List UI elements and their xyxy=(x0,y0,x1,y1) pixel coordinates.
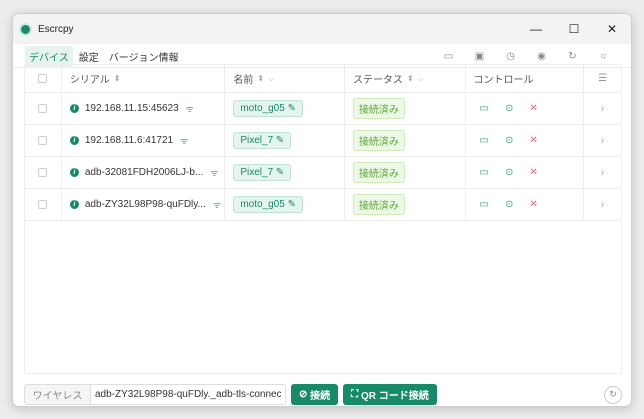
select-all-checkbox[interactable] xyxy=(38,74,48,83)
wireless-label: ワイヤレス xyxy=(24,384,91,405)
wifi-icon: ᯤ xyxy=(180,136,189,146)
edit-icon: ✎ xyxy=(287,199,296,210)
sort-icon[interactable]: ⬍ xyxy=(407,74,414,83)
record-icon[interactable]: ⊙ xyxy=(505,167,513,178)
chevron-right-icon[interactable]: › xyxy=(601,103,604,114)
sort-icon[interactable]: ⬍ xyxy=(114,74,121,83)
status-badge: 接続済み xyxy=(352,98,405,119)
serial: adb-32081FDH2006LJ-b... xyxy=(84,167,204,178)
device-name: moto_g05 xyxy=(240,199,285,210)
eye-icon[interactable]: ◉ xyxy=(526,51,557,62)
header-serial[interactable]: シリアル xyxy=(70,71,110,86)
header-status[interactable]: ステータス xyxy=(353,71,403,86)
chevron-right-icon[interactable]: › xyxy=(601,135,604,146)
filter-chevron-icon[interactable]: ⌵ xyxy=(268,74,274,84)
minimize-button[interactable]: — xyxy=(517,22,555,36)
disconnect-icon[interactable]: ✕ xyxy=(529,167,537,178)
device-table: シリアル ⬍ 名前 ⬍ ⌵ ステータス ⬍ ⌵ コントロール ☰ i 192.168.11.… xyxy=(24,64,622,374)
info-icon[interactable]: i xyxy=(69,136,79,145)
filter-chevron-icon[interactable]: ⌵ xyxy=(418,74,424,84)
column-settings-icon[interactable]: ☰ xyxy=(598,73,607,84)
connect-label: 接続 xyxy=(310,391,331,402)
header-control: コントロール xyxy=(473,75,534,86)
serial: 192.168.11.15:45623 xyxy=(84,103,179,114)
wireless-bar: ワイヤレス ⊘ 接続 ⛶ QR コード接続 ↻ xyxy=(24,384,622,405)
table-row: i adb-ZY32L98P98-quFDly... ᯤ moto_g05 ✎ 接続… xyxy=(25,189,621,221)
app-logo-icon xyxy=(19,22,32,36)
device-name: Pixel_7 xyxy=(240,167,274,178)
address-input[interactable] xyxy=(91,384,286,405)
disconnect-icon[interactable]: ✕ xyxy=(529,103,537,114)
status-badge: 接続済み xyxy=(352,130,405,151)
row-checkbox[interactable] xyxy=(38,104,48,113)
edit-icon: ✎ xyxy=(275,167,285,178)
serial: adb-ZY32L98P98-quFDly... xyxy=(84,199,206,210)
refresh-icon[interactable]: ↻ xyxy=(557,51,588,62)
search-icon[interactable]: ○ xyxy=(588,51,619,62)
status-badge: 接続済み xyxy=(352,194,405,215)
mirror-icon[interactable]: ▭ xyxy=(433,51,464,62)
mirror-icon[interactable]: ▭ xyxy=(480,199,489,210)
record-icon[interactable]: ⊙ xyxy=(505,135,513,146)
app-window: Escrcpy — ☐ ✕ デバイス 設定 バージョン情報 ▭ ▣ ◷ ◉ ↻ … xyxy=(12,13,632,407)
info-icon[interactable]: i xyxy=(69,104,79,113)
chevron-right-icon[interactable]: › xyxy=(601,167,604,178)
row-checkbox[interactable] xyxy=(38,168,48,177)
device-name-tag[interactable]: Pixel_7 ✎ xyxy=(233,164,292,181)
connect-button[interactable]: ⊘ 接続 xyxy=(291,384,339,405)
status-badge: 接続済み xyxy=(352,162,405,183)
disconnect-icon[interactable]: ✕ xyxy=(529,135,537,146)
device-name: moto_g05 xyxy=(240,103,285,114)
info-icon[interactable]: i xyxy=(69,200,79,209)
scan-icon: ⛶ xyxy=(351,389,361,400)
row-checkbox[interactable] xyxy=(38,136,48,145)
serial: 192.168.11.6:41721 xyxy=(84,135,174,146)
device-name: Pixel_7 xyxy=(240,135,274,146)
close-button[interactable]: ✕ xyxy=(593,22,631,36)
wifi-icon: ᯤ xyxy=(212,200,222,210)
record-icon[interactable]: ⊙ xyxy=(505,199,513,210)
title-bar: Escrcpy — ☐ ✕ xyxy=(13,14,631,44)
edit-icon: ✎ xyxy=(287,103,296,114)
table-header: シリアル ⬍ 名前 ⬍ ⌵ ステータス ⬍ ⌵ コントロール ☰ xyxy=(25,65,621,93)
qr-label: QR コード接続 xyxy=(360,391,429,402)
history-icon[interactable]: ◷ xyxy=(495,51,526,62)
table-row: i 192.168.11.6:41721 ᯤ Pixel_7 ✎ 接続済み ▭ ⊙ ✕ … xyxy=(25,125,621,157)
mirror-icon[interactable]: ▭ xyxy=(480,103,489,114)
refresh-button[interactable]: ↻ xyxy=(604,385,622,404)
wifi-icon: ᯤ xyxy=(185,104,194,114)
edit-icon: ✎ xyxy=(275,135,285,146)
qr-connect-button[interactable]: ⛶ QR コード接続 xyxy=(343,384,437,405)
row-checkbox[interactable] xyxy=(38,200,48,209)
mirror-icon[interactable]: ▭ xyxy=(480,167,489,178)
device-name-tag[interactable]: moto_g05 ✎ xyxy=(233,196,303,213)
wifi-icon: ᯤ xyxy=(210,168,219,178)
chevron-right-icon[interactable]: › xyxy=(601,199,604,210)
device-name-tag[interactable]: moto_g05 ✎ xyxy=(233,100,303,117)
link-icon: ⊘ xyxy=(299,389,311,400)
info-icon[interactable]: i xyxy=(69,168,79,177)
disconnect-icon[interactable]: ✕ xyxy=(529,199,537,210)
record-icon[interactable]: ⊙ xyxy=(505,103,513,114)
terminal-icon[interactable]: ▣ xyxy=(464,51,495,62)
mirror-icon[interactable]: ▭ xyxy=(480,135,489,146)
window-title: Escrcpy xyxy=(38,23,74,35)
device-name-tag[interactable]: Pixel_7 ✎ xyxy=(233,132,292,149)
table-row: i 192.168.11.15:45623 ᯤ moto_g05 ✎ 接続済み ▭ ⊙… xyxy=(25,93,621,125)
header-name[interactable]: 名前 xyxy=(233,71,253,86)
table-row: i adb-32081FDH2006LJ-b... ᯤ Pixel_7 ✎ 接続済み… xyxy=(25,157,621,189)
sort-icon[interactable]: ⬍ xyxy=(257,74,264,83)
maximize-button[interactable]: ☐ xyxy=(555,22,593,36)
